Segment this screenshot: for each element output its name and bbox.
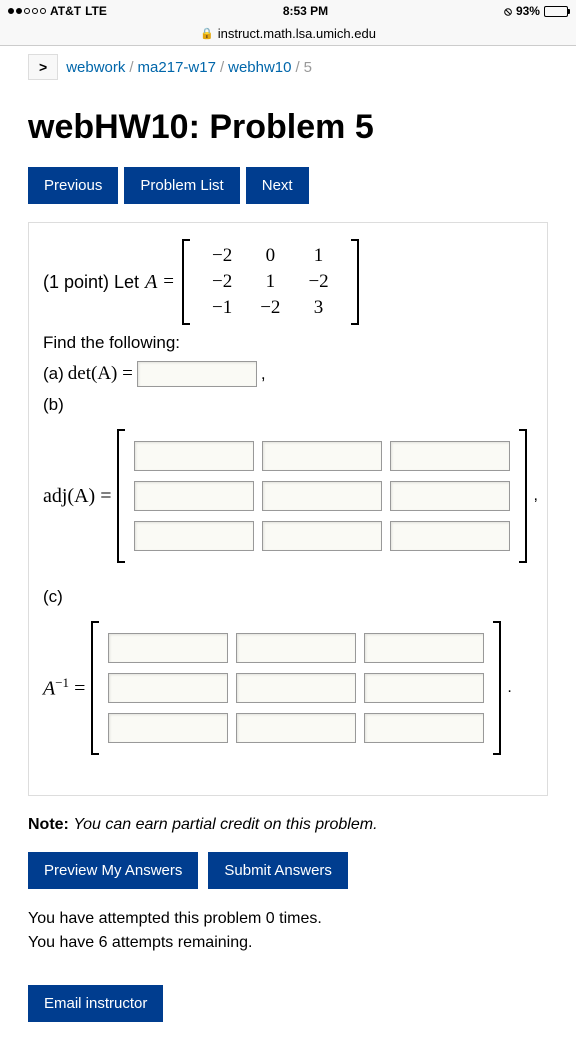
period: .: [507, 679, 511, 697]
adj-input-0-0[interactable]: [134, 441, 254, 471]
next-button[interactable]: Next: [246, 167, 309, 204]
comma: ,: [533, 487, 537, 505]
note-text: You can earn partial credit on this prob…: [73, 816, 377, 833]
adj-input-2-0[interactable]: [134, 521, 254, 551]
matrix-cell: −2: [198, 269, 246, 295]
attempts-line1: You have attempted this problem 0 times.: [28, 907, 548, 931]
part-c: (c): [43, 587, 533, 607]
part-a: (a) det(A) = ,: [43, 361, 533, 387]
battery-icon: [544, 6, 568, 17]
breadcrumb-link-course[interactable]: ma217-w17: [138, 59, 216, 76]
adj-input-2-2[interactable]: [390, 521, 510, 551]
adj-input-0-2[interactable]: [390, 441, 510, 471]
nav-buttons: Previous Problem List Next: [28, 167, 548, 204]
network-label: LTE: [85, 4, 107, 18]
matrix-cell: −2: [198, 243, 246, 269]
inv-input-0-0[interactable]: [108, 633, 228, 663]
email-instructor-button[interactable]: Email instructor: [28, 985, 163, 1022]
note: Note: You can earn partial credit on thi…: [28, 816, 548, 834]
adj-label: adj(A) =: [43, 485, 111, 508]
inv-input-2-0[interactable]: [108, 713, 228, 743]
action-buttons: Preview My Answers Submit Answers: [28, 852, 548, 889]
adj-input-1-2[interactable]: [390, 481, 510, 511]
inv-input-2-2[interactable]: [364, 713, 484, 743]
matrix-cell: −2: [246, 295, 294, 321]
inv-label: A−1 =: [43, 675, 85, 701]
inv-input-1-1[interactable]: [236, 673, 356, 703]
matrix-var: A: [145, 271, 157, 294]
breadcrumb-link-webwork[interactable]: webwork: [66, 59, 125, 76]
status-bar: AT&T LTE 8:53 PM ⦸ 93%: [0, 0, 576, 22]
adj-input-0-1[interactable]: [262, 441, 382, 471]
equals-sign: =: [163, 271, 174, 293]
matrix-cell: −1: [198, 295, 246, 321]
attempts-line2: You have 6 attempts remaining.: [28, 931, 548, 955]
matrix-a: −201 −21−2 −1−23: [182, 239, 359, 325]
adj-matrix-input: [117, 429, 527, 563]
inv-row: A−1 = .: [43, 615, 533, 761]
adj-row: adj(A) = ,: [43, 423, 533, 569]
part-c-label: (c): [43, 587, 63, 607]
battery-pct: 93%: [516, 4, 540, 18]
inv-input-0-2[interactable]: [364, 633, 484, 663]
clock: 8:53 PM: [283, 4, 328, 18]
url-text: instruct.math.lsa.umich.edu: [218, 26, 376, 41]
matrix-cell: 1: [246, 269, 294, 295]
collapse-button[interactable]: >: [28, 54, 58, 80]
rotation-lock-icon: ⦸: [504, 4, 512, 19]
lock-icon: 🔒: [200, 27, 214, 40]
problem-list-button[interactable]: Problem List: [124, 167, 239, 204]
part-b-label: (b): [43, 395, 64, 415]
page-title: webHW10: Problem 5: [28, 108, 548, 147]
adj-input-1-1[interactable]: [262, 481, 382, 511]
inv-input-1-0[interactable]: [108, 673, 228, 703]
part-b: (b): [43, 395, 533, 415]
matrix-cell: 3: [294, 295, 342, 321]
signal-icon: [8, 8, 46, 14]
url-bar[interactable]: 🔒 instruct.math.lsa.umich.edu: [0, 22, 576, 46]
find-text: Find the following:: [43, 333, 533, 353]
breadcrumb-current: 5: [304, 59, 312, 76]
matrix-cell: 1: [294, 243, 342, 269]
det-input[interactable]: [137, 361, 257, 387]
submit-answers-button[interactable]: Submit Answers: [208, 852, 348, 889]
problem-box: (1 point) Let A = −201 −21−2 −1−23 Find …: [28, 222, 548, 796]
matrix-cell: −2: [294, 269, 342, 295]
inv-input-2-1[interactable]: [236, 713, 356, 743]
breadcrumb-row: > webwork/ma217-w17/webhw10/5: [0, 46, 576, 88]
matrix-definition: (1 point) Let A = −201 −21−2 −1−23: [43, 239, 533, 325]
carrier-label: AT&T: [50, 4, 81, 18]
breadcrumb: webwork/ma217-w17/webhw10/5: [66, 59, 312, 76]
comma: ,: [261, 364, 266, 384]
inv-matrix-input: [91, 621, 501, 755]
inv-input-1-2[interactable]: [364, 673, 484, 703]
det-expr: det(A) =: [68, 363, 133, 385]
adj-input-1-0[interactable]: [134, 481, 254, 511]
points-label: (1 point) Let: [43, 272, 139, 293]
status-right: ⦸ 93%: [504, 4, 568, 19]
note-label: Note:: [28, 816, 69, 833]
matrix-cell: 0: [246, 243, 294, 269]
preview-answers-button[interactable]: Preview My Answers: [28, 852, 198, 889]
previous-button[interactable]: Previous: [28, 167, 118, 204]
adj-input-2-1[interactable]: [262, 521, 382, 551]
breadcrumb-link-hw[interactable]: webhw10: [228, 59, 291, 76]
part-a-label: (a): [43, 364, 64, 384]
status-left: AT&T LTE: [8, 4, 107, 18]
inv-input-0-1[interactable]: [236, 633, 356, 663]
attempt-text: You have attempted this problem 0 times.…: [28, 907, 548, 955]
